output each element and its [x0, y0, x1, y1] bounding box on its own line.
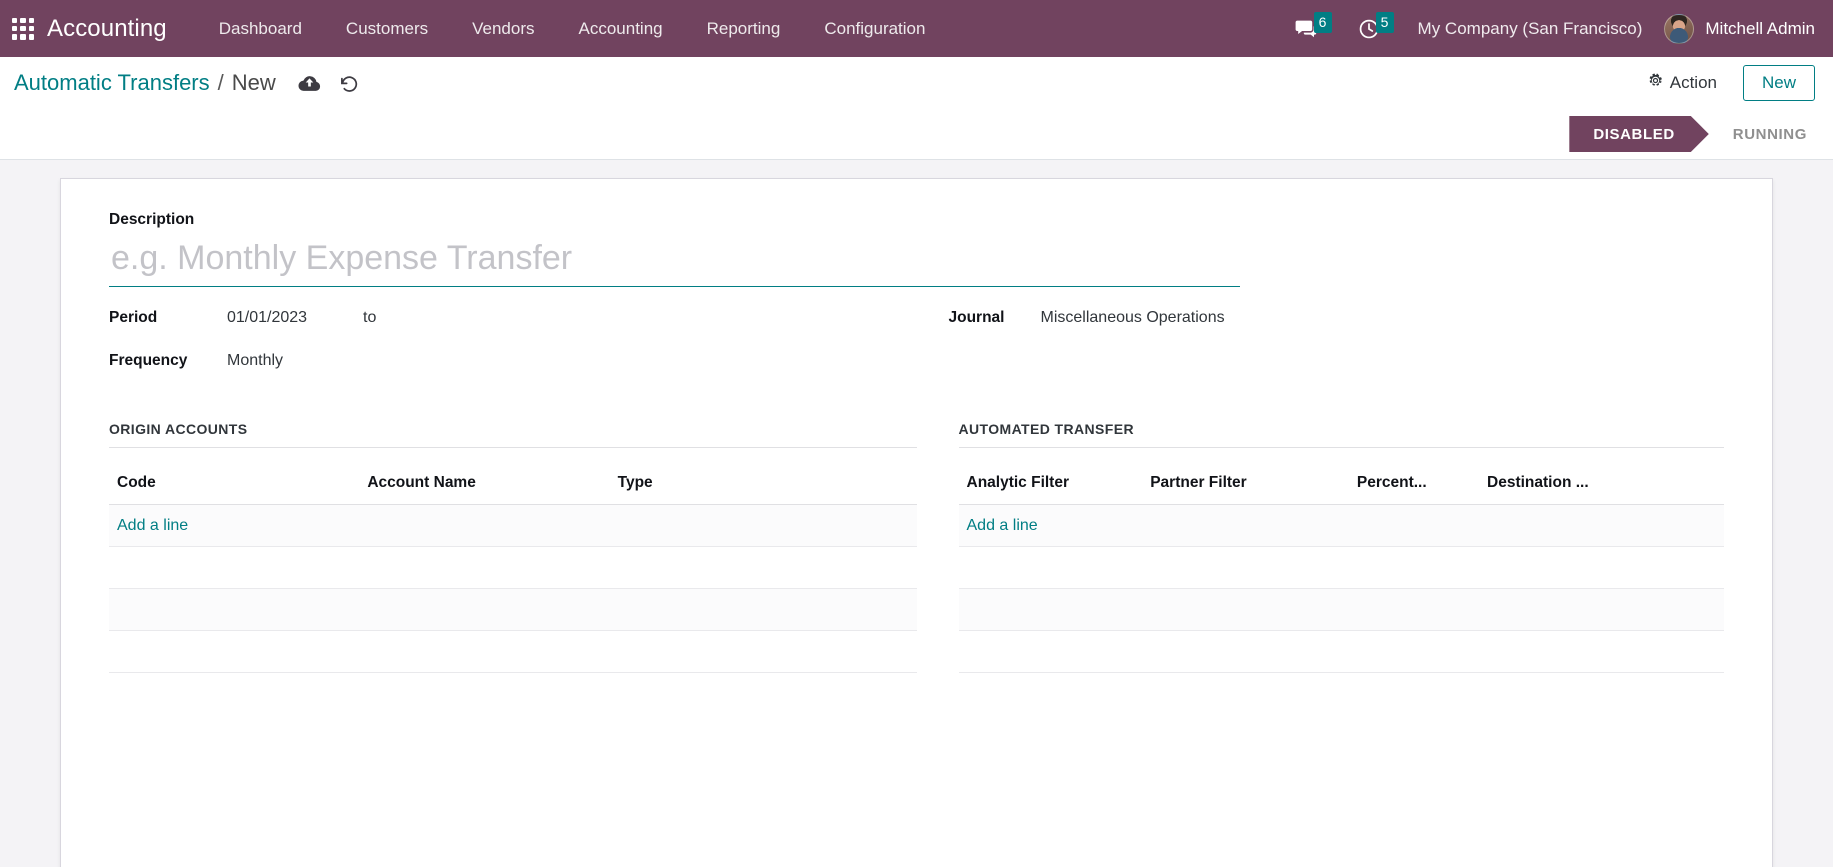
column-header-percent: Percent...	[1348, 448, 1480, 505]
control-panel-top-row: Automatic Transfers / New Action New	[0, 57, 1833, 109]
status-stage-running[interactable]: RUNNING	[1709, 116, 1833, 152]
automated-transfer-table: Analytic Filter Partner Filter Percent..…	[958, 448, 1724, 673]
top-navbar: Accounting Dashboard Customers Vendors A…	[0, 0, 1833, 57]
automated-transfer-title: AUTOMATED TRANSFER	[958, 421, 1724, 448]
systray: 6 5	[1294, 12, 1394, 41]
activities-count-badge: 5	[1375, 12, 1394, 33]
column-header-destination: Destination ...	[1479, 448, 1724, 505]
add-line-row[interactable]: Add a line	[958, 504, 1724, 547]
control-panel-status-row: DISABLED RUNNING	[0, 109, 1833, 159]
add-line-row[interactable]: Add a line	[109, 504, 917, 547]
empty-cell	[958, 546, 1724, 589]
menu-item-dashboard[interactable]: Dashboard	[197, 0, 324, 57]
statusbar: DISABLED RUNNING	[1569, 116, 1833, 152]
origin-accounts-table: Code Account Name Type Add a line	[109, 448, 917, 673]
status-stage-disabled[interactable]: DISABLED	[1569, 116, 1708, 152]
table-row	[958, 630, 1724, 673]
menu-item-reporting[interactable]: Reporting	[685, 0, 803, 57]
action-button-label: Action	[1669, 73, 1717, 92]
action-button[interactable]: Action	[1638, 68, 1727, 98]
field-column-right: Journal Miscellaneous Operations	[917, 309, 1725, 395]
column-header-partner-filter: Partner Filter	[1142, 448, 1349, 505]
add-a-line-link[interactable]: Add a line	[967, 517, 1038, 534]
origin-accounts-section: ORIGIN ACCOUNTS Code Account Name Type A…	[109, 421, 917, 673]
journal-label: Journal	[948, 309, 1005, 326]
column-header-type: Type	[609, 448, 917, 505]
description-label: Description	[109, 211, 195, 228]
frequency-field-row: Frequency Monthly	[109, 352, 917, 382]
user-name: Mitchell Admin	[1705, 18, 1815, 38]
form-sheet: Description Period 01/01/2023 to Frequen…	[60, 178, 1773, 867]
column-header-code: Code	[109, 448, 360, 505]
control-panel: Automatic Transfers / New Action New DIS…	[0, 57, 1833, 160]
column-header-account-name: Account Name	[359, 448, 610, 505]
frequency-label: Frequency	[109, 352, 188, 369]
add-a-line-link[interactable]: Add a line	[117, 517, 188, 534]
breadcrumb: Automatic Transfers / New	[14, 70, 276, 96]
empty-cell	[958, 630, 1724, 673]
table-row	[958, 588, 1724, 631]
record-save-discard-controls	[298, 73, 360, 93]
activities-menu[interactable]: 5	[1358, 12, 1394, 40]
undo-icon[interactable]	[338, 73, 360, 93]
empty-cell	[109, 630, 917, 673]
app-brand-accounting[interactable]: Accounting	[47, 15, 167, 43]
automated-transfer-section: AUTOMATED TRANSFER Analytic Filter Partn…	[917, 421, 1724, 673]
period-separator-label: to	[363, 309, 377, 326]
table-header-row: Code Account Name Type	[109, 448, 917, 505]
table-header-row: Analytic Filter Partner Filter Percent..…	[958, 448, 1724, 505]
menu-item-configuration[interactable]: Configuration	[802, 0, 947, 57]
frequency-select[interactable]: Monthly	[227, 352, 283, 370]
table-row	[109, 630, 917, 673]
menu-item-customers[interactable]: Customers	[324, 0, 450, 57]
period-label: Period	[109, 309, 158, 326]
journal-field-row: Journal Miscellaneous Operations	[949, 309, 1725, 339]
messages-count-badge: 6	[1313, 12, 1332, 33]
table-row	[109, 546, 917, 589]
apps-grid-icon[interactable]	[10, 16, 36, 42]
empty-cell	[958, 588, 1724, 631]
main-menu: Dashboard Customers Vendors Accounting R…	[197, 0, 948, 57]
empty-cell	[109, 588, 917, 631]
avatar	[1664, 13, 1695, 44]
period-field-row: Period 01/01/2023 to	[109, 309, 917, 339]
one2many-tables: ORIGIN ACCOUNTS Code Account Name Type A…	[109, 421, 1724, 673]
description-input-wrap	[109, 235, 1240, 287]
column-header-analytic-filter: Analytic Filter	[958, 448, 1143, 505]
period-date-from-input[interactable]: 01/01/2023	[227, 309, 357, 327]
new-button[interactable]: New	[1742, 65, 1815, 101]
gear-icon	[1648, 73, 1663, 93]
field-grid: Period 01/01/2023 to Frequency Monthly J…	[109, 309, 1724, 395]
menu-item-vendors[interactable]: Vendors	[450, 0, 556, 57]
messages-menu[interactable]: 6	[1294, 12, 1332, 41]
add-line-cell[interactable]: Add a line	[109, 504, 917, 547]
breadcrumb-item-current: New	[231, 70, 276, 95]
breadcrumb-item-automatic-transfers[interactable]: Automatic Transfers	[14, 70, 210, 96]
company-switcher[interactable]: My Company (San Francisco)	[1418, 19, 1643, 39]
field-column-left: Period 01/01/2023 to Frequency Monthly	[109, 309, 917, 395]
description-group: Description	[109, 211, 1724, 287]
table-row	[109, 588, 917, 631]
journal-input[interactable]: Miscellaneous Operations	[1041, 309, 1225, 327]
table-row	[958, 546, 1724, 589]
description-input[interactable]	[109, 235, 1240, 287]
add-line-cell[interactable]: Add a line	[958, 504, 1724, 547]
empty-cell	[109, 546, 917, 589]
breadcrumb-separator: /	[217, 70, 224, 95]
origin-accounts-title: ORIGIN ACCOUNTS	[109, 421, 917, 448]
menu-item-accounting[interactable]: Accounting	[557, 0, 685, 57]
cloud-upload-icon[interactable]	[298, 74, 321, 93]
user-menu[interactable]: Mitchell Admin	[1664, 13, 1815, 44]
form-area: Description Period 01/01/2023 to Frequen…	[0, 160, 1833, 867]
